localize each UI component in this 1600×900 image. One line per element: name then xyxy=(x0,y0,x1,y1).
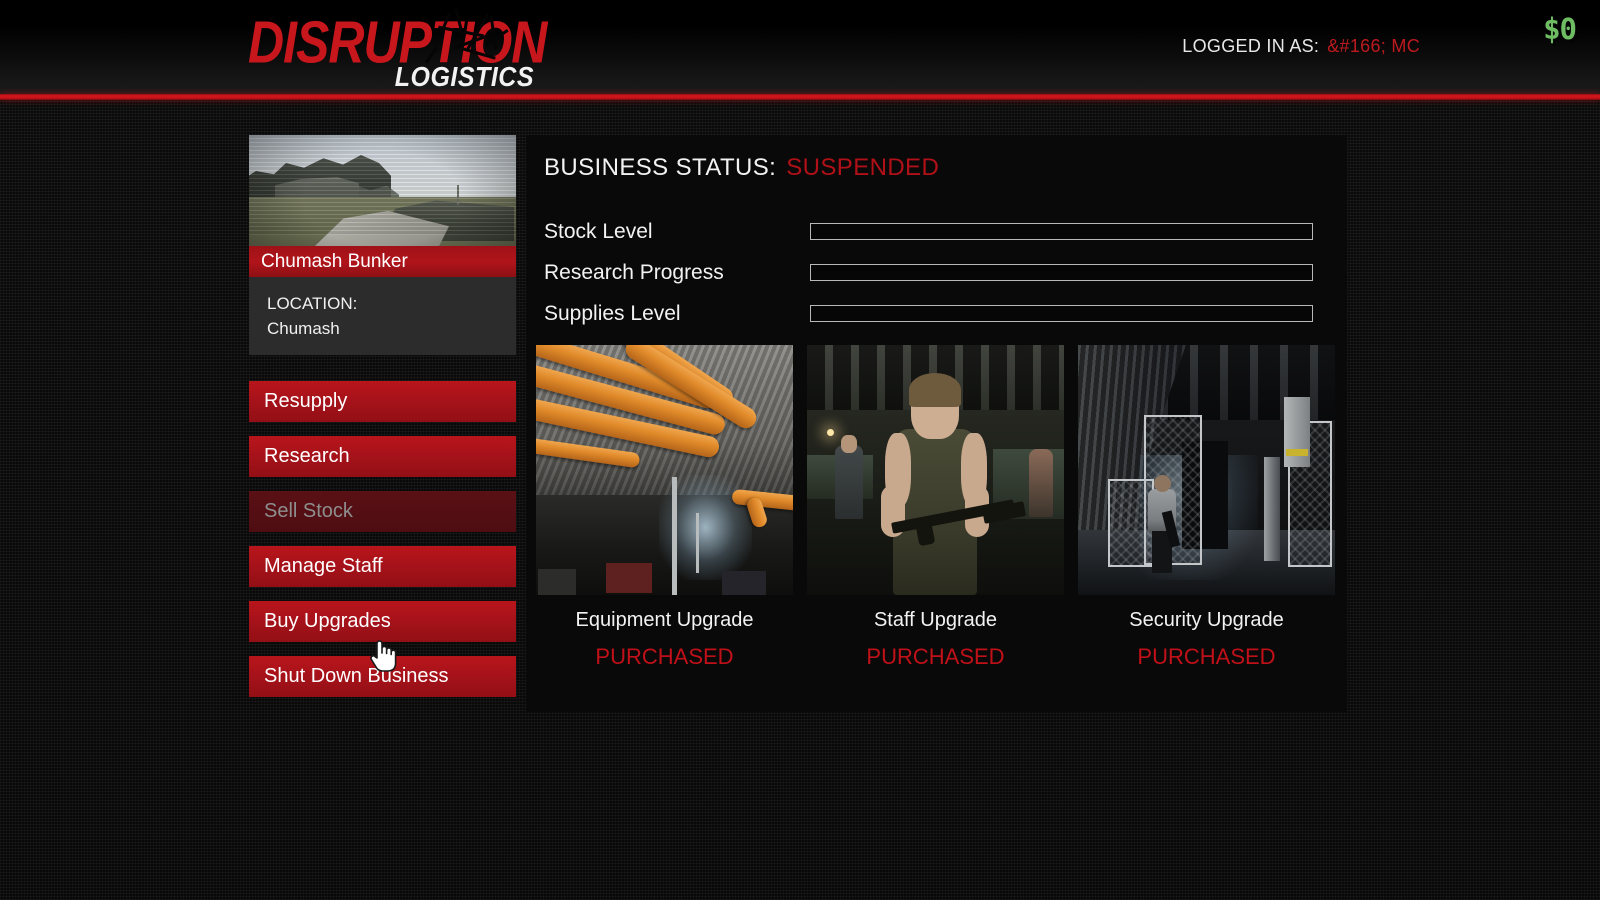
menu-item-buy-upgrades[interactable]: Buy Upgrades xyxy=(249,601,516,642)
security-guard-head xyxy=(1154,475,1171,492)
location-value: Chumash xyxy=(267,319,340,338)
meter-row-research-progress: Research Progress xyxy=(544,258,1330,299)
equip-support-post xyxy=(696,513,699,573)
staff-background-worker xyxy=(835,445,863,519)
upgrades-group: Equipment Upgrade PURCHASED Staff Upgrad… xyxy=(536,345,1336,670)
business-status-label: BUSINESS STATUS: xyxy=(544,154,777,181)
disruption-logistics-logo: DISRUPTION LOGISTICS xyxy=(248,6,547,93)
equip-support-post xyxy=(672,477,677,595)
meter-row-supplies-level: Supplies Level xyxy=(544,299,1330,340)
upgrade-image-staff xyxy=(807,345,1064,595)
logo-subtitle: LOGISTICS xyxy=(394,62,534,93)
logged-in-label: LOGGED IN AS: xyxy=(1182,36,1320,56)
staff-worker-hair xyxy=(909,373,961,407)
business-overview-panel: BUSINESS STATUS: SUSPENDED Stock Level Re… xyxy=(526,135,1347,712)
meter-row-stock-level: Stock Level xyxy=(544,217,1330,258)
meter-track-supplies-level xyxy=(810,305,1313,322)
upgrade-image-security xyxy=(1078,345,1335,595)
upgrade-state-security: PURCHASED xyxy=(1137,644,1276,669)
staff-background-worker-head xyxy=(841,435,857,453)
business-status-row: BUSINESS STATUS: SUSPENDED xyxy=(544,154,939,182)
meter-label-research-progress: Research Progress xyxy=(544,261,724,284)
meter-track-stock-level xyxy=(810,223,1313,240)
upgrade-state-staff: PURCHASED xyxy=(866,644,1005,669)
security-warning-sign xyxy=(1286,449,1308,456)
location-label: LOCATION: xyxy=(267,294,358,313)
menu-item-resupply[interactable]: Resupply xyxy=(249,381,516,422)
equip-toolbox xyxy=(538,569,576,595)
property-card: Chumash Bunker LOCATION: Chumash xyxy=(249,135,516,355)
app-root: DISRUPTION LOGISTICS LOGGED IN AS: &#166;… xyxy=(0,0,1600,900)
security-column xyxy=(1284,397,1310,467)
meter-label-stock-level: Stock Level xyxy=(544,220,653,243)
meter-track-research-progress xyxy=(810,264,1313,281)
upgrade-title-equipment: Equipment Upgrade xyxy=(575,609,754,631)
property-info: LOCATION: Chumash xyxy=(249,277,516,355)
property-thumbnail-image: Chumash Bunker xyxy=(249,135,516,277)
upgrade-card-staff[interactable]: Staff Upgrade PURCHASED xyxy=(807,345,1064,670)
staff-lamp-icon xyxy=(827,429,834,436)
action-menu: Resupply Research Sell Stock Manage Staf… xyxy=(249,381,516,697)
meters-group: Stock Level Research Progress Supplies L… xyxy=(544,217,1330,340)
equip-toolbox xyxy=(606,563,652,593)
upgrade-card-equipment[interactable]: Equipment Upgrade PURCHASED xyxy=(536,345,793,670)
menu-item-sell-stock: Sell Stock xyxy=(249,491,516,532)
staff-background-worker xyxy=(1029,449,1053,517)
business-status-value: SUSPENDED xyxy=(786,154,940,181)
menu-item-shut-down-business[interactable]: Shut Down Business xyxy=(249,656,516,697)
site-header: DISRUPTION LOGISTICS LOGGED IN AS: &#166;… xyxy=(0,0,1600,94)
logged-in-username: &#166; MC xyxy=(1327,36,1420,56)
menu-item-manage-staff[interactable]: Manage Staff xyxy=(249,546,516,587)
property-name-banner: Chumash Bunker xyxy=(249,246,516,277)
upgrade-state-equipment: PURCHASED xyxy=(595,644,734,669)
meter-label-supplies-level: Supplies Level xyxy=(544,302,681,325)
upgrade-card-security[interactable]: Security Upgrade PURCHASED xyxy=(1078,345,1335,670)
left-sidebar: Chumash Bunker LOCATION: Chumash Resuppl… xyxy=(249,135,516,711)
header-divider xyxy=(0,94,1600,100)
upgrade-title-staff: Staff Upgrade xyxy=(873,609,998,631)
logged-in-status: LOGGED IN AS: &#166; MC xyxy=(1182,36,1420,57)
equip-crate xyxy=(722,571,766,595)
menu-item-research[interactable]: Research xyxy=(249,436,516,477)
upgrade-title-security: Security Upgrade xyxy=(1129,609,1284,631)
money-balance: $0 xyxy=(1543,12,1577,46)
security-column xyxy=(1264,457,1280,561)
upgrade-image-equipment xyxy=(536,345,793,595)
